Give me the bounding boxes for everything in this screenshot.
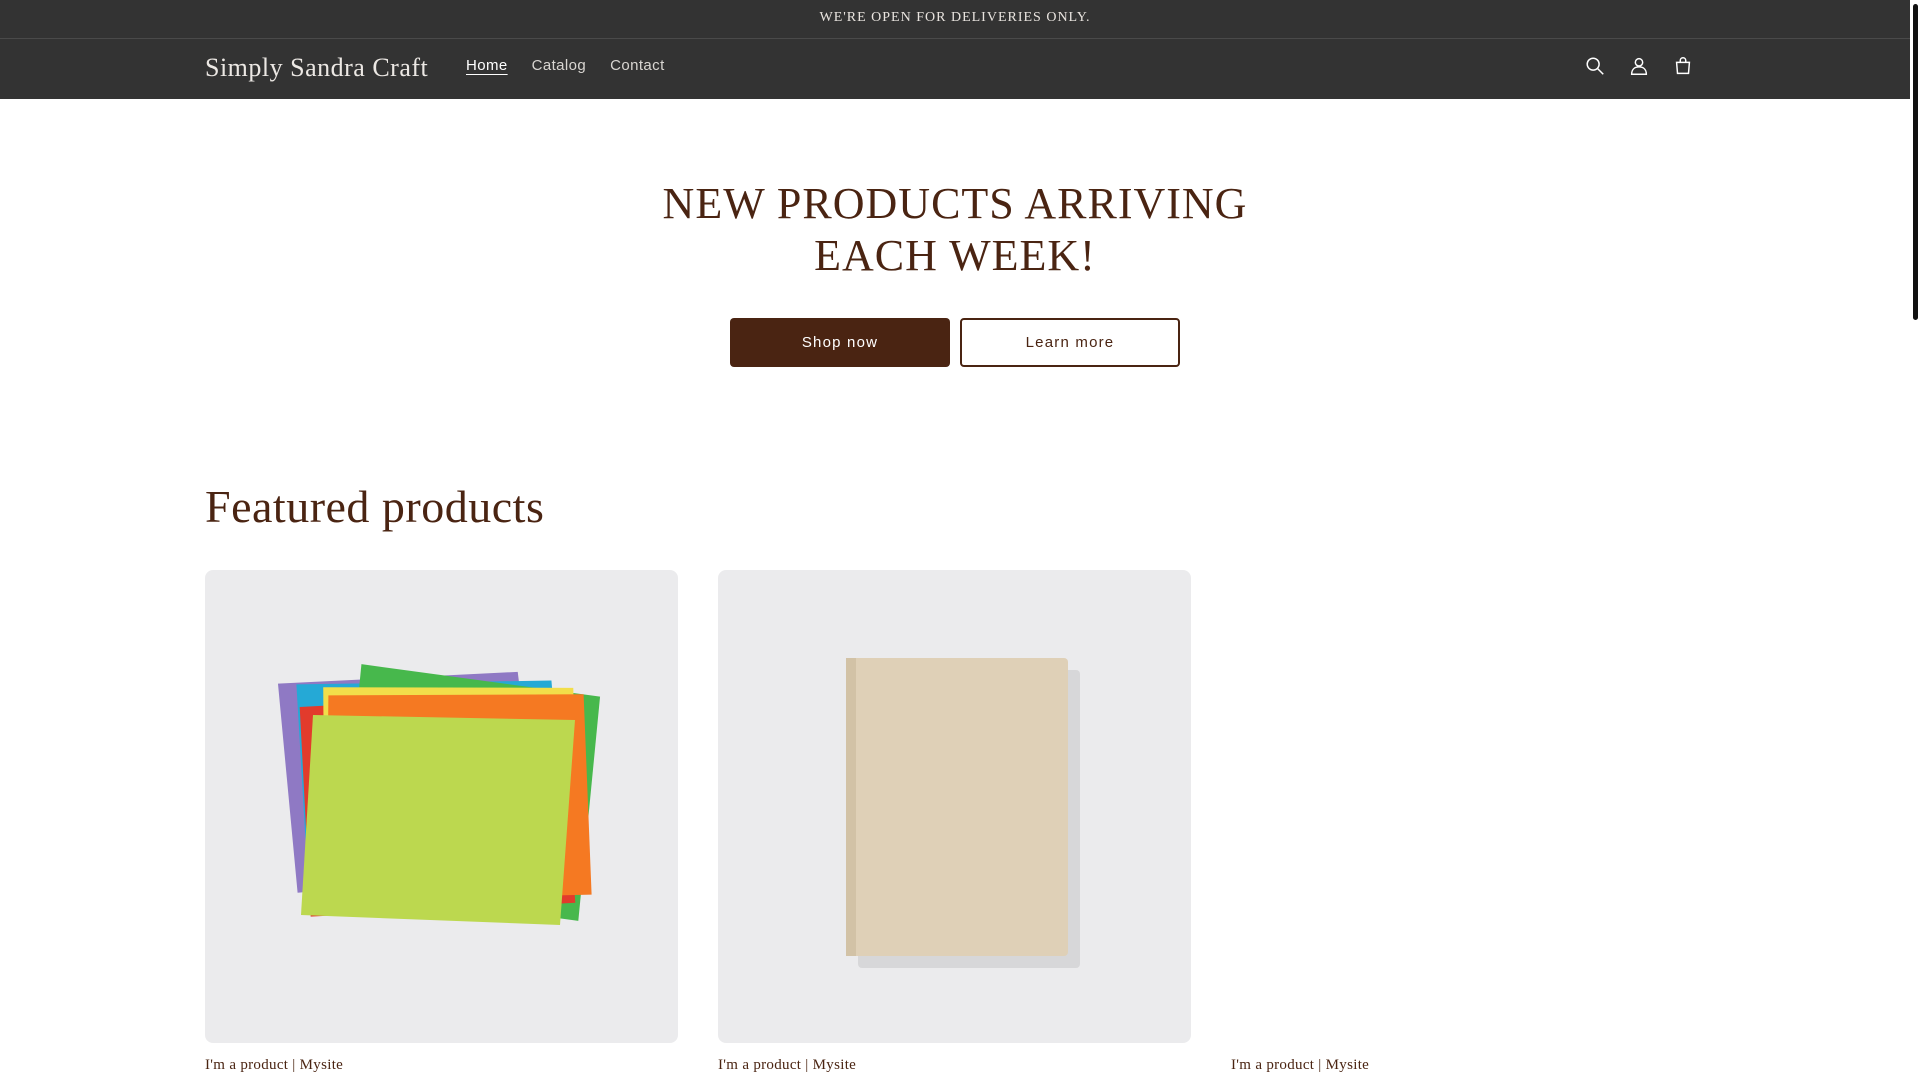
hero-banner: NEW PRODUCTS ARRIVING EACH WEEK! Shop no… xyxy=(0,98,1910,367)
product-title[interactable]: I'm a product | Mysite xyxy=(718,1057,1191,1074)
product-card[interactable]: I'm a product | Mysite xyxy=(205,570,678,1074)
shop-now-button[interactable]: Shop now xyxy=(730,318,950,367)
site-header: Simply Sandra Craft Home Catalog Contact xyxy=(0,39,1910,99)
page-scrollbar[interactable] xyxy=(1910,0,1920,1080)
product-image-paper[interactable] xyxy=(205,570,678,1043)
featured-products-title: Featured products xyxy=(205,481,545,532)
product-card[interactable]: I'm a product | Mysite xyxy=(1231,570,1704,1074)
main-nav: Home Catalog Contact xyxy=(466,57,689,74)
linen-notebook-image xyxy=(846,658,1080,968)
nav-home[interactable]: Home xyxy=(466,57,508,74)
product-image-notebook[interactable] xyxy=(718,570,1191,1043)
page: WE'RE OPEN FOR DELIVERIES ONLY. Simply S… xyxy=(0,0,1910,1080)
product-title[interactable]: I'm a product | Mysite xyxy=(205,1057,678,1074)
hero-title: NEW PRODUCTS ARRIVING EACH WEEK! xyxy=(662,179,1248,280)
announcement-bar: WE'RE OPEN FOR DELIVERIES ONLY. xyxy=(0,0,1910,39)
site-logo[interactable]: Simply Sandra Craft xyxy=(205,53,428,83)
colored-paper-stack-image xyxy=(277,664,601,925)
header-icons xyxy=(1584,55,1694,77)
product-image-empty[interactable] xyxy=(1231,570,1704,1043)
nav-contact[interactable]: Contact xyxy=(610,57,665,74)
account-icon[interactable] xyxy=(1628,55,1650,77)
cart-icon[interactable] xyxy=(1672,55,1694,77)
scrollbar-thumb[interactable] xyxy=(1913,4,1918,320)
product-grid: I'm a product | Mysite I'm a product | M… xyxy=(205,570,1704,1074)
announcement-text: WE'RE OPEN FOR DELIVERIES ONLY. xyxy=(819,10,1091,25)
product-card[interactable]: I'm a product | Mysite xyxy=(718,570,1191,1074)
nav-catalog[interactable]: Catalog xyxy=(532,57,587,74)
hero-buttons: Shop now Learn more xyxy=(0,318,1910,367)
search-icon[interactable] xyxy=(1584,55,1606,77)
learn-more-button[interactable]: Learn more xyxy=(960,318,1180,367)
product-title[interactable]: I'm a product | Mysite xyxy=(1231,1057,1704,1074)
